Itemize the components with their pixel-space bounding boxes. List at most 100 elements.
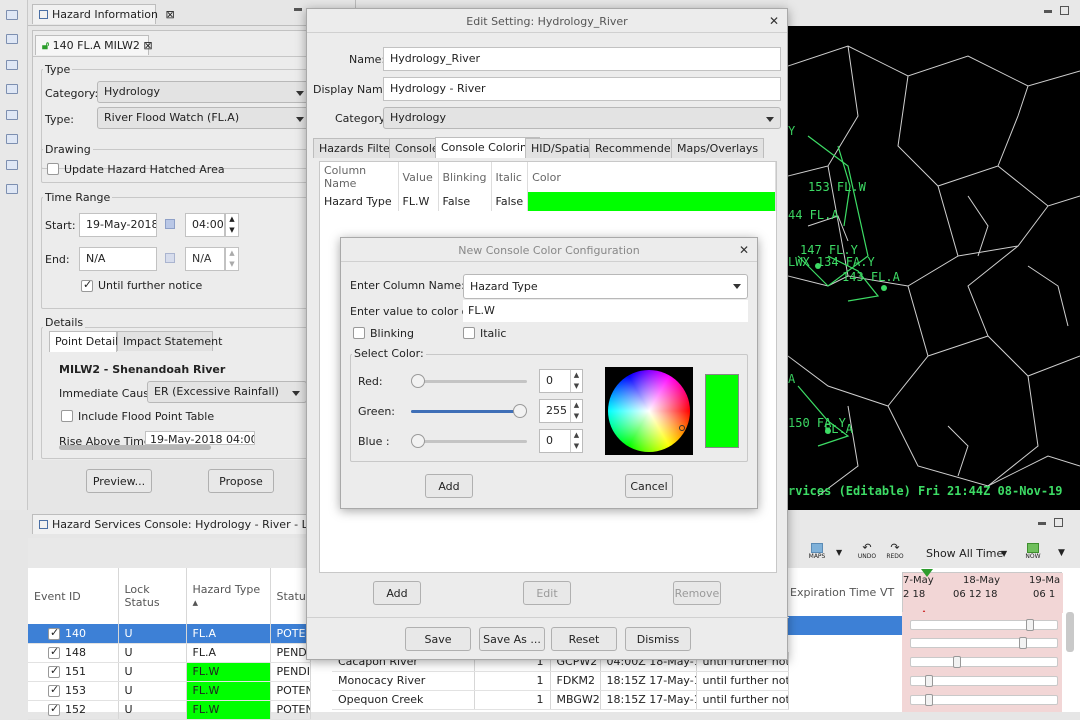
- row-checkbox[interactable]: [48, 627, 60, 640]
- end-date-field[interactable]: N/A: [79, 247, 157, 271]
- column-name-combo[interactable]: Hazard Type: [463, 274, 748, 299]
- close-icon[interactable]: ⊠: [143, 39, 152, 52]
- minimize-icon[interactable]: [1038, 522, 1046, 525]
- table-row[interactable]: Monocacy River1FDKM218:15Z 17-May-18unti…: [332, 671, 789, 691]
- event-tab[interactable]: 🔓︎ 140 FL.A MILW2 ⊠: [35, 35, 153, 55]
- timeline-slider-knob[interactable]: [953, 656, 961, 668]
- start-date-field[interactable]: 19-May-2018: [79, 213, 157, 237]
- col-header-italic[interactable]: Italic: [491, 162, 529, 192]
- minimize-icon[interactable]: [6, 160, 18, 170]
- slider-knob[interactable]: [513, 404, 527, 418]
- table-row[interactable]: 152 UFL.WPOTENTIAL: [28, 700, 311, 720]
- col-header-blinking[interactable]: Blinking: [438, 162, 492, 192]
- minimize-icon[interactable]: [294, 8, 302, 11]
- blue-slider[interactable]: [411, 434, 527, 448]
- save-button[interactable]: Save: [405, 627, 471, 651]
- calendar-icon[interactable]: [165, 253, 175, 263]
- timeline-row[interactable]: [910, 694, 1058, 706]
- maps-button[interactable]: MAPS: [806, 543, 828, 560]
- restore-icon[interactable]: [6, 184, 18, 194]
- close-icon[interactable]: ✕: [739, 243, 749, 257]
- category-combo[interactable]: Hydrology: [97, 81, 311, 103]
- timeline-slider-knob[interactable]: [925, 675, 933, 687]
- tab-hazards-filter[interactable]: Hazards Filter: [313, 138, 401, 158]
- blue-spinner[interactable]: 0 ▲ ▼: [539, 429, 583, 453]
- col-header-column-name[interactable]: Column Name: [320, 162, 399, 192]
- tab-maps-overlays[interactable]: Maps/Overlays: [671, 138, 765, 158]
- close-icon[interactable]: ✕: [769, 14, 779, 28]
- restore-icon[interactable]: [6, 84, 18, 94]
- col-header-color[interactable]: Color: [527, 162, 776, 192]
- row-checkbox[interactable]: [48, 666, 60, 678]
- checkbox-box[interactable]: [81, 280, 93, 292]
- category-combo[interactable]: Hydrology: [383, 107, 781, 129]
- minimize-icon[interactable]: [6, 10, 18, 20]
- row-checkbox[interactable]: [48, 647, 60, 659]
- start-time-spinner[interactable]: ▲ ▼: [225, 213, 239, 237]
- tab-impact-statement[interactable]: Impact Statement: [117, 331, 222, 351]
- save-as-button[interactable]: Save As ...: [479, 627, 545, 651]
- reset-button[interactable]: Reset: [551, 627, 617, 651]
- start-time-field[interactable]: 04:00: [185, 213, 225, 237]
- map-display[interactable]: Y 153 FL.W 44 FL.A 147 FL.Y LWX 134 FA.Y…: [788, 26, 1080, 510]
- green-slider[interactable]: [411, 404, 527, 418]
- row-checkbox[interactable]: [48, 685, 60, 697]
- restore-icon[interactable]: [6, 134, 18, 144]
- col-header-hazard-type[interactable]: Hazard Type ▴: [186, 568, 271, 624]
- remove-button[interactable]: Remove: [673, 581, 721, 605]
- table-row[interactable]: 151 UFL.WPENDING: [28, 662, 311, 682]
- cancel-button[interactable]: Cancel: [625, 474, 673, 498]
- update-hatched-checkbox[interactable]: Update Hazard Hatched Area: [47, 163, 225, 176]
- color-wheel[interactable]: [605, 367, 693, 455]
- table-row[interactable]: Opequon Creek1MBGW218:15Z 17-May-18until…: [332, 690, 789, 710]
- show-all-time-dropdown[interactable]: Show All Time: [926, 547, 1003, 560]
- end-time-field[interactable]: N/A: [185, 247, 225, 271]
- table-row[interactable]: 153 UFL.WPOTENTIAL: [28, 681, 311, 701]
- col-header-expiration[interactable]: Expiration Time: [790, 586, 876, 599]
- blinking-checkbox[interactable]: Blinking: [353, 327, 414, 340]
- chevron-down-icon[interactable]: ▼: [836, 548, 842, 557]
- restore-icon[interactable]: [6, 34, 18, 44]
- col-header-lock-status[interactable]: Lock Status: [118, 568, 187, 624]
- maximize-icon[interactable]: [1054, 518, 1063, 527]
- display-name-field[interactable]: Hydrology - River: [383, 77, 781, 101]
- spinner-arrows[interactable]: ▲ ▼: [570, 430, 582, 452]
- value-field[interactable]: FL.W: [463, 300, 748, 322]
- timeline-slider-knob[interactable]: [925, 694, 933, 706]
- red-spinner[interactable]: 0 ▲ ▼: [539, 369, 583, 393]
- add-button[interactable]: Add: [373, 581, 421, 605]
- dismiss-button[interactable]: Dismiss: [625, 627, 691, 651]
- col-header-status[interactable]: Status: [270, 568, 312, 624]
- timeline-row[interactable]: [910, 619, 1058, 631]
- now-button[interactable]: NOW: [1022, 543, 1044, 560]
- minimize-icon[interactable]: [6, 110, 18, 120]
- checkbox-box[interactable]: [353, 327, 365, 339]
- redo-button[interactable]: ↷ REDO: [884, 542, 906, 560]
- edit-button[interactable]: Edit: [523, 581, 571, 605]
- green-spinner[interactable]: 255 ▲ ▼: [539, 399, 583, 423]
- italic-checkbox[interactable]: Italic: [463, 327, 506, 340]
- checkbox-box[interactable]: [47, 163, 59, 175]
- table-row[interactable]: 148 UFL.APENDING: [28, 643, 311, 663]
- console-view-tab[interactable]: Hazard Services Console: Hydrology - Riv…: [32, 514, 338, 534]
- color-picker-marker[interactable]: [679, 425, 685, 431]
- type-combo[interactable]: River Flood Watch (FL.A): [97, 107, 311, 129]
- immediate-cause-combo[interactable]: ER (Excessive Rainfall): [147, 381, 307, 403]
- timeline-row[interactable]: [910, 656, 1058, 668]
- undo-button[interactable]: ↶ UNDO: [856, 542, 878, 560]
- chevron-down-icon[interactable]: ▼: [1001, 549, 1007, 558]
- name-field[interactable]: Hydrology_River: [383, 47, 781, 71]
- propose-button[interactable]: Propose: [208, 469, 274, 493]
- close-icon[interactable]: ⊠: [166, 8, 175, 21]
- timeline-row[interactable]: [910, 675, 1058, 687]
- maximize-icon[interactable]: [1060, 6, 1069, 15]
- spinner-arrows[interactable]: ▲ ▼: [570, 400, 582, 422]
- col-header-value[interactable]: Value: [398, 162, 439, 192]
- view-menu-icon[interactable]: ▼: [1058, 548, 1065, 558]
- spinner-arrows[interactable]: ▲ ▼: [570, 370, 582, 392]
- minimize-icon[interactable]: [6, 60, 18, 70]
- red-slider[interactable]: [411, 374, 527, 388]
- minimize-icon[interactable]: [1044, 10, 1052, 13]
- until-notice-checkbox[interactable]: Until further notice: [81, 279, 202, 292]
- tab-point-details[interactable]: Point Details: [49, 331, 124, 352]
